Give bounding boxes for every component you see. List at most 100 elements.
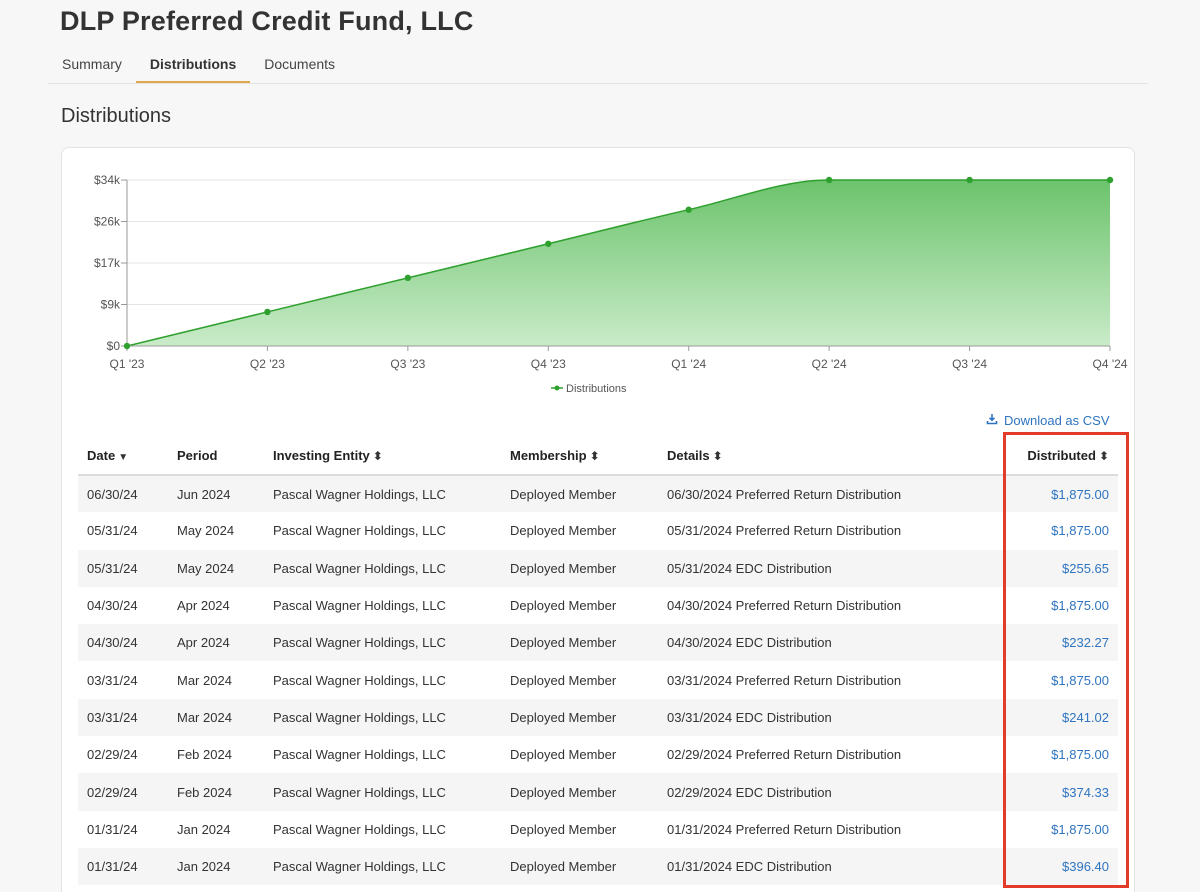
- table-row[interactable]: 01/31/24 Jan 2024 Pascal Wagner Holdings, …: [78, 847, 1118, 886]
- sort-icon: ⬍: [372, 449, 383, 463]
- investing-entity-cell: Pascal Wagner Holdings, LLC: [273, 747, 446, 763]
- column-header-date[interactable]: Date ▼: [78, 437, 168, 476]
- table-row[interactable]: 06/30/24 Jun 2024 Pascal Wagner Holdings, …: [78, 475, 1118, 513]
- membership-cell: Deployed Member: [501, 773, 658, 811]
- y-tick-label: $0: [107, 339, 121, 353]
- data-point: [545, 240, 552, 247]
- date-cell: 05/31/24: [87, 523, 138, 539]
- details-cell: 01/31/2024 Preferred Return Distribution: [667, 821, 902, 837]
- period-cell: Feb 2024: [177, 747, 232, 763]
- sort-icon: ⬍: [1098, 449, 1109, 463]
- table-row[interactable]: 02/29/24 Feb 2024 Pascal Wagner Holdings, …: [78, 736, 1118, 773]
- membership-cell: Deployed Member: [501, 475, 658, 513]
- data-point: [404, 274, 412, 282]
- x-tick-label: Q4 '24: [1093, 357, 1128, 371]
- investing-entity-cell: Pascal Wagner Holdings, LLC: [273, 523, 446, 539]
- details-cell: 03/31/2024 EDC Distribution: [658, 698, 998, 737]
- download-csv-link[interactable]: Download as CSV: [986, 413, 1110, 428]
- date-cell: 05/31/24: [78, 549, 168, 587]
- investing-entity-cell: Pascal Wagner Holdings, LLC: [264, 847, 501, 886]
- membership-cell: Deployed Member: [510, 598, 617, 614]
- period-cell: Mar 2024: [177, 672, 232, 688]
- membership-cell: Deployed Member: [510, 747, 617, 763]
- table-row[interactable]: 04/30/24 Apr 2024 Pascal Wagner Holdings, …: [78, 587, 1118, 624]
- data-point: [264, 308, 271, 316]
- membership-cell: Deployed Member: [510, 523, 617, 539]
- distributed-cell[interactable]: $1,875.00: [998, 661, 1118, 698]
- column-header-details[interactable]: Details ⬍: [658, 437, 998, 476]
- date-cell: 03/31/24: [87, 672, 138, 688]
- table-row[interactable]: 02/29/24 Feb 2024 Pascal Wagner Holdings, …: [78, 773, 1118, 811]
- date-cell: 04/30/24: [78, 624, 168, 662]
- legend-marker: [554, 385, 560, 391]
- period-cell: Jan 2024: [177, 821, 231, 837]
- details-cell: 02/29/2024 Preferred Return Distribution: [667, 747, 902, 763]
- investing-entity-cell: Pascal Wagner Holdings, LLC: [264, 475, 501, 513]
- table-row[interactable]: 03/31/24 Mar 2024 Pascal Wagner Holdings, …: [78, 698, 1118, 737]
- sort-icon: ⬍: [712, 449, 723, 463]
- date-cell: 06/30/24: [78, 475, 168, 513]
- distributed-cell[interactable]: $1,875.00: [998, 587, 1118, 624]
- investing-entity-cell: Pascal Wagner Holdings, LLC: [273, 672, 446, 688]
- table-row[interactable]: 05/31/24 May 2024 Pascal Wagner Holdings, …: [78, 549, 1118, 587]
- distributed-cell[interactable]: $255.65: [998, 549, 1118, 587]
- x-tick-label: Q2 '24: [812, 357, 847, 371]
- period-cell: Apr 2024: [168, 624, 264, 662]
- membership-cell: Deployed Member: [510, 821, 617, 837]
- table-row[interactable]: 05/31/24 May 2024 Pascal Wagner Holdings, …: [78, 512, 1118, 549]
- distributed-cell[interactable]: $232.27: [998, 624, 1118, 662]
- table-row[interactable]: 03/31/24 Mar 2024 Pascal Wagner Holdings, …: [78, 661, 1118, 698]
- distributed-cell[interactable]: $1,875.00: [998, 736, 1118, 773]
- investing-entity-cell: Pascal Wagner Holdings, LLC: [264, 549, 501, 587]
- date-cell: 02/29/24: [87, 747, 138, 763]
- details-cell: 03/31/2024 Preferred Return Distribution: [667, 672, 902, 688]
- y-tick-label: $26k: [94, 215, 121, 229]
- details-cell: 06/30/2024 Preferred Return Distribution: [658, 475, 998, 513]
- legend-label: Distributions: [566, 383, 627, 395]
- download-csv-label: Download as CSV: [1004, 413, 1110, 428]
- date-cell: 01/31/24: [78, 847, 168, 886]
- download-icon: [986, 413, 998, 428]
- y-tick-label: $17k: [94, 256, 121, 270]
- period-cell: May 2024: [168, 549, 264, 587]
- details-cell: 04/30/2024 EDC Distribution: [658, 624, 998, 662]
- sort-desc-icon: ▼: [118, 452, 129, 463]
- x-tick-label: Q1 '23: [110, 357, 145, 371]
- x-tick-label: Q3 '23: [390, 357, 425, 371]
- distributed-cell[interactable]: $241.02: [998, 698, 1118, 737]
- membership-cell: Deployed Member: [501, 549, 658, 587]
- distributions-table: Date ▼ Period Investing Entity ⬍ Membershi…: [78, 437, 1118, 886]
- y-tick-label: $9k: [101, 298, 121, 312]
- period-cell: Apr 2024: [177, 598, 230, 614]
- data-point: [1106, 176, 1114, 184]
- distributed-cell[interactable]: $1,875.00: [998, 475, 1118, 513]
- table-row[interactable]: 04/30/24 Apr 2024 Pascal Wagner Holdings, …: [78, 624, 1118, 662]
- distributed-cell[interactable]: $1,875.00: [998, 512, 1118, 549]
- distributed-cell[interactable]: $396.40: [998, 847, 1118, 886]
- investing-entity-cell: Pascal Wagner Holdings, LLC: [264, 624, 501, 662]
- y-tick-label: $34k: [94, 173, 121, 187]
- investing-entity-cell: Pascal Wagner Holdings, LLC: [273, 598, 446, 614]
- sort-icon: ⬍: [589, 449, 600, 463]
- data-point: [825, 176, 833, 184]
- data-point: [123, 342, 131, 350]
- period-cell: Mar 2024: [168, 698, 264, 737]
- column-header-investing-entity[interactable]: Investing Entity ⬍: [264, 437, 501, 476]
- details-cell: 04/30/2024 Preferred Return Distribution: [667, 598, 902, 614]
- distributed-cell[interactable]: $374.33: [998, 773, 1118, 811]
- column-header-membership[interactable]: Membership ⬍: [501, 437, 658, 476]
- details-cell: 01/31/2024 EDC Distribution: [658, 847, 998, 886]
- date-cell: 03/31/24: [78, 698, 168, 737]
- x-tick-label: Q3 '24: [952, 357, 987, 371]
- date-cell: 02/29/24: [78, 773, 168, 811]
- column-header-distributed[interactable]: Distributed ⬍: [998, 437, 1118, 476]
- data-point: [966, 176, 973, 184]
- details-cell: 02/29/2024 EDC Distribution: [658, 773, 998, 811]
- period-cell: Jan 2024: [168, 847, 264, 886]
- distributed-cell[interactable]: $1,875.00: [998, 811, 1118, 848]
- period-cell: Jun 2024: [168, 475, 264, 513]
- investing-entity-cell: Pascal Wagner Holdings, LLC: [273, 821, 446, 837]
- table-row[interactable]: 01/31/24 Jan 2024 Pascal Wagner Holdings, …: [78, 811, 1118, 848]
- period-cell: May 2024: [177, 523, 235, 539]
- date-cell: 01/31/24: [87, 821, 138, 837]
